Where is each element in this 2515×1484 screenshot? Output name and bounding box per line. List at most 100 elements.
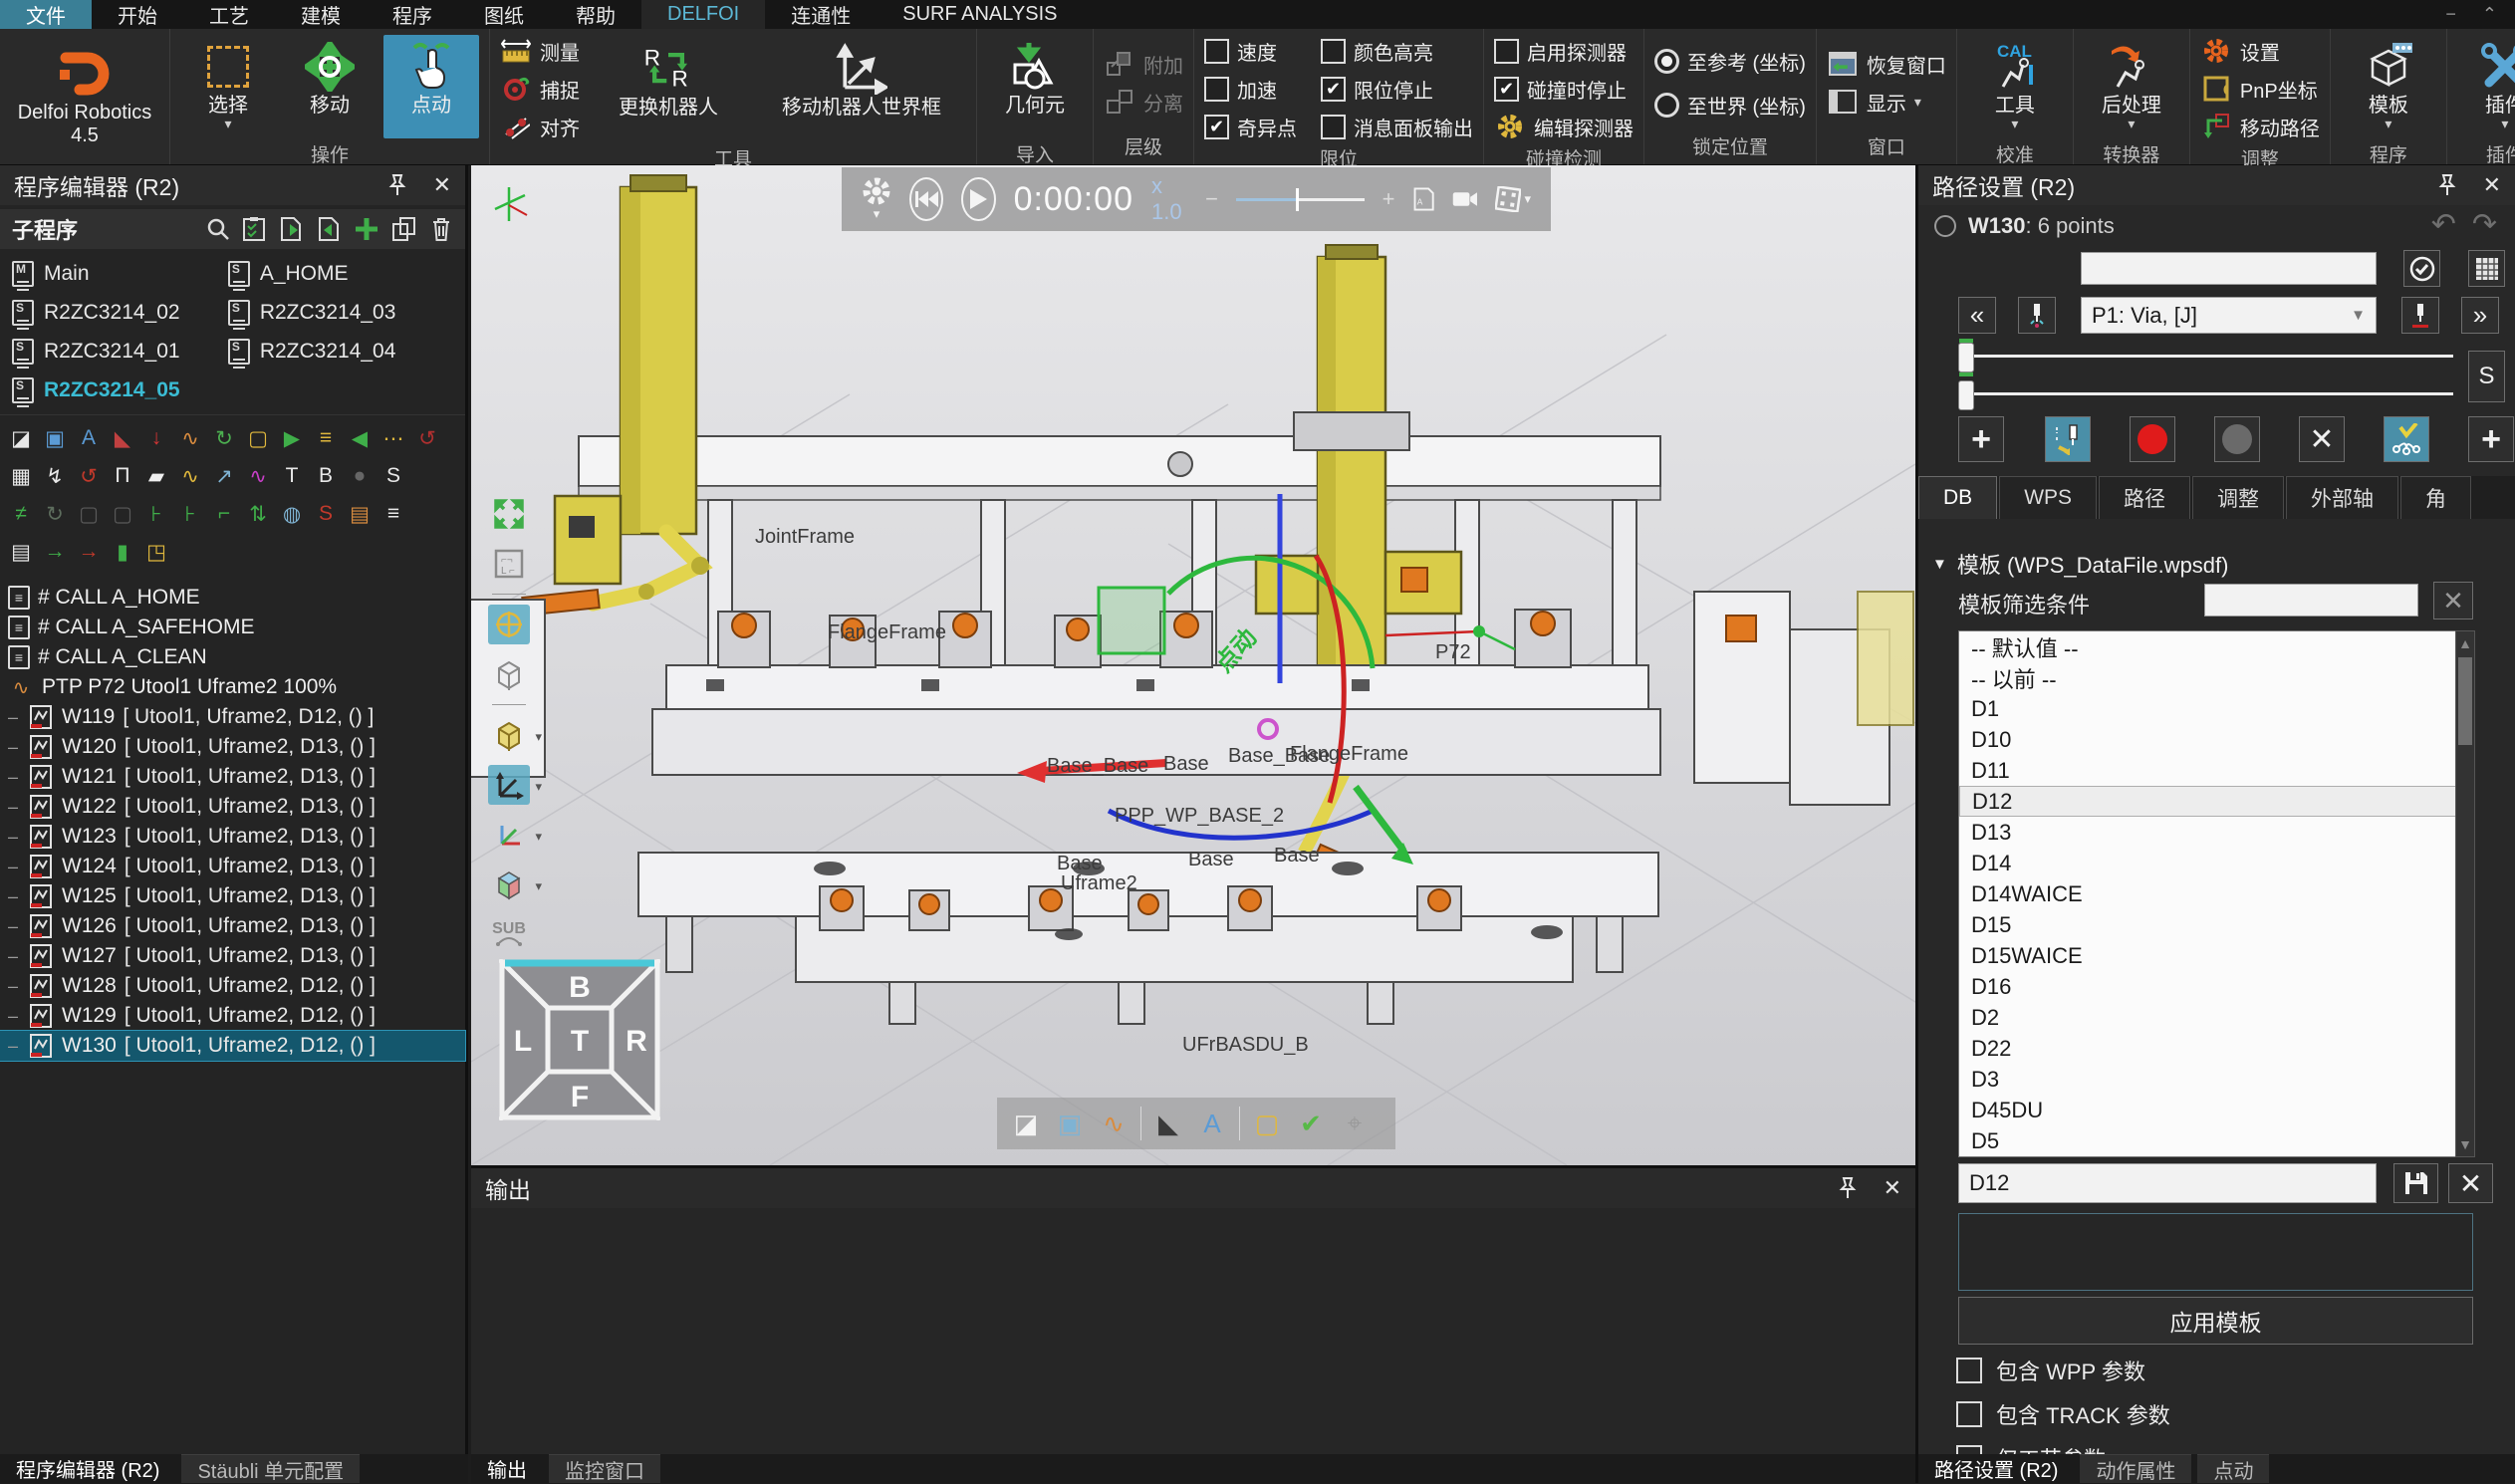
panel-tab[interactable]: 监控窗口: [549, 1454, 660, 1483]
statement-tool-icon[interactable]: ▮: [108, 537, 137, 567]
pin-icon[interactable]: [1838, 1177, 1858, 1199]
subprogram-item[interactable]: S R2ZC3214_04: [224, 333, 457, 370]
template-list-item[interactable]: -- 默认值 --: [1959, 631, 2472, 662]
statement-row[interactable]: – ≡ ∿ # CALL A_HOME: [0, 583, 465, 613]
subprogram-item[interactable]: M Main: [8, 255, 224, 292]
settings-button[interactable]: 设置: [2200, 35, 2320, 67]
import-program-icon[interactable]: [278, 216, 304, 242]
statement-tool-icon[interactable]: ↻: [209, 423, 239, 453]
next-path-button[interactable]: »: [2461, 297, 2499, 334]
statement-tool-icon[interactable]: ≠: [6, 499, 36, 529]
attach-button[interactable]: 附加: [1104, 48, 1183, 80]
template-list-item[interactable]: D22: [1959, 1033, 2472, 1064]
settings-tab[interactable]: 路径: [2099, 476, 2190, 519]
record-video-icon[interactable]: [1452, 187, 1478, 211]
statement-row[interactable]: – ≡ ∿ W119 [ Utool1, Uframe2, D12, () ]: [0, 702, 465, 732]
copy-icon[interactable]: [391, 216, 417, 242]
viewport-tool-icon[interactable]: ∿: [1097, 1107, 1131, 1140]
statement-tool-icon[interactable]: →: [74, 537, 104, 567]
lock-position-radio-row[interactable]: 至世界 (坐标): [1654, 89, 1806, 121]
collapse-ribbon-icon[interactable]: ⌃: [2482, 4, 2497, 25]
statement-tool-icon[interactable]: ◀: [345, 423, 375, 453]
wireframe-cube-button[interactable]: [488, 654, 530, 694]
statement-tool-icon[interactable]: ▤: [6, 537, 36, 567]
viewport-tool-icon[interactable]: ⌖: [1338, 1107, 1372, 1140]
checkbox[interactable]: ✔: [1494, 39, 1519, 64]
template-list-item[interactable]: D15WAICE: [1959, 940, 2472, 971]
menu-item[interactable]: 图纸: [458, 0, 550, 29]
viewport-tool-icon[interactable]: ▣: [1053, 1107, 1087, 1140]
statement-tool-icon[interactable]: ▤: [345, 499, 375, 529]
add-subprogram-icon[interactable]: [354, 216, 379, 242]
statement-tool-icon[interactable]: ▦: [6, 461, 36, 491]
calibration-tool-button[interactable]: CAL 工具 ▾: [1967, 35, 2063, 138]
template-list-scrollbar[interactable]: ▲ ▼: [2455, 630, 2475, 1157]
edit-detector-button[interactable]: 编辑探测器: [1494, 111, 1634, 142]
checkbox[interactable]: ✔: [1321, 115, 1346, 139]
statement-row[interactable]: – ≡ ∿ W128 [ Utool1, Uframe2, D12, () ]: [0, 971, 465, 1001]
statement-tool-icon[interactable]: B: [311, 461, 341, 491]
select-button[interactable]: 选择 ▾: [180, 35, 276, 138]
statement-row[interactable]: – ≡ ∿ W126 [ Utool1, Uframe2, D13, () ]: [0, 911, 465, 941]
template-list-item[interactable]: D11: [1959, 755, 2472, 786]
statement-row[interactable]: – ≡ ∿ # CALL A_CLEAN: [0, 642, 465, 672]
tree-expander[interactable]: –: [8, 857, 22, 877]
jog-button[interactable]: 点动: [383, 35, 479, 138]
statement-tool-icon[interactable]: ⊦: [175, 499, 205, 529]
viewport-tool-icon[interactable]: ✔: [1294, 1107, 1328, 1140]
slider-s-button[interactable]: S: [2468, 351, 2505, 402]
zoom-fit-button[interactable]: [488, 494, 530, 534]
limit-checkbox-row[interactable]: ✔ 消息面板输出: [1321, 111, 1473, 142]
template-list-item[interactable]: D14: [1959, 848, 2472, 878]
point-name-input[interactable]: [2081, 252, 2377, 285]
template-filter-input[interactable]: [2204, 584, 2418, 617]
settings-tab[interactable]: 外部轴: [2286, 476, 2398, 519]
subprogram-item[interactable]: S R2ZC3214_01: [8, 333, 224, 370]
menu-item[interactable]: SURF ANALYSIS: [877, 0, 1083, 29]
radio-button[interactable]: [1654, 93, 1679, 118]
minimize-icon[interactable]: −: [2445, 4, 2456, 25]
template-list-item[interactable]: D1: [1959, 693, 2472, 724]
add-point-before-button[interactable]: +: [1958, 416, 2004, 462]
statement-tool-icon[interactable]: ▣: [40, 423, 70, 453]
template-list-item[interactable]: -- 以前 --: [1959, 662, 2472, 693]
template-option-checkbox-row[interactable]: ✔ 包含 TRACK 参数: [1956, 1398, 2170, 1430]
menu-item[interactable]: DELFOI: [641, 0, 765, 29]
subprogram-item[interactable]: S R2ZC3214_05: [8, 371, 224, 408]
move-path-button[interactable]: 移动路径: [2200, 111, 2320, 142]
tree-expander[interactable]: –: [8, 946, 22, 967]
statement-row[interactable]: – ≡ ∿ W122 [ Utool1, Uframe2, D13, () ]: [0, 792, 465, 822]
statement-row[interactable]: – ≡ ∿ W130 [ Utool1, Uframe2, D12, () ]: [0, 1031, 465, 1061]
next-point-button[interactable]: [2401, 297, 2439, 334]
template-list-item[interactable]: D45DU: [1959, 1095, 2472, 1125]
limit-checkbox-row[interactable]: ✔ 限位停止: [1321, 73, 1473, 105]
settings-tab[interactable]: DB: [1918, 476, 1997, 519]
viewport-tool-icon[interactable]: A: [1195, 1107, 1229, 1140]
menu-item[interactable]: 程序: [367, 0, 458, 29]
collision-checkbox-row[interactable]: ✔ 启用探测器: [1494, 35, 1634, 67]
tree-expander[interactable]: –: [8, 827, 22, 848]
template-list-item[interactable]: D15: [1959, 909, 2472, 940]
settings-tab[interactable]: WPS: [1999, 476, 2097, 519]
plugins-button[interactable]: 插件 ▾: [2457, 35, 2515, 138]
measure-button[interactable]: 测量: [500, 35, 580, 67]
statement-row[interactable]: – ≡ ∿ # CALL A_SAFEHOME: [0, 613, 465, 642]
zoom-window-button[interactable]: ⌐¬L ⌐: [488, 544, 530, 584]
shaded-cube-button[interactable]: ▾: [488, 715, 530, 755]
template-description-textarea[interactable]: [1958, 1213, 2473, 1291]
snap-button[interactable]: 捕捉: [500, 73, 580, 105]
template-option-checkbox-row[interactable]: ✔ 包含 WPP 参数: [1956, 1355, 2170, 1386]
statement-tool-icon[interactable]: ↯: [40, 461, 70, 491]
checkbox[interactable]: ✔: [1204, 77, 1229, 102]
move-robot-world-frame-button[interactable]: 移动机器人世界框: [757, 37, 966, 140]
geometry-import-button[interactable]: 几何元: [987, 35, 1083, 138]
template-list-item[interactable]: D5: [1959, 1125, 2472, 1156]
statement-tool-icon[interactable]: ↺: [74, 461, 104, 491]
viewport-tool-icon[interactable]: ▢: [1250, 1107, 1284, 1140]
close-icon[interactable]: ✕: [433, 172, 451, 198]
statement-tool-icon[interactable]: ⊦: [141, 499, 171, 529]
panel-tab[interactable]: 输出: [471, 1454, 543, 1483]
statement-tool-icon[interactable]: ∿: [243, 461, 273, 491]
statement-tool-icon[interactable]: S: [311, 499, 341, 529]
statement-tool-icon[interactable]: ↓: [141, 423, 171, 453]
